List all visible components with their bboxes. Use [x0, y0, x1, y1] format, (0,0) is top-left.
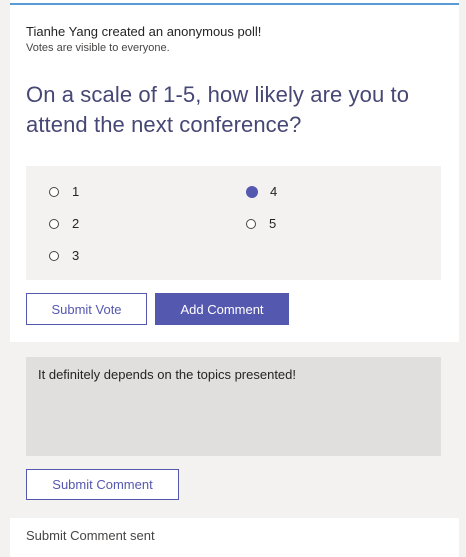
poll-question: On a scale of 1-5, how likely are you to… — [26, 82, 410, 137]
comment-textarea[interactable]: It definitely depends on the topics pres… — [26, 357, 441, 456]
poll-creator-line: Tianhe Yang created an anonymous poll! — [26, 24, 262, 39]
radio-unselected-icon[interactable] — [49, 186, 59, 197]
poll-option-2[interactable]: 2 — [49, 216, 79, 231]
poll-option-1[interactable]: 1 — [49, 184, 79, 199]
poll-option-label: 2 — [72, 216, 80, 231]
poll-options-panel: 1 2 3 4 5 — [26, 166, 441, 280]
poll-option-label: 4 — [270, 184, 278, 199]
radio-selected-icon[interactable] — [246, 185, 258, 198]
comment-section: It definitely depends on the topics pres… — [10, 342, 459, 518]
poll-option-5[interactable]: 5 — [246, 216, 276, 231]
status-message: Submit Comment sent — [26, 528, 155, 543]
submit-comment-button[interactable]: Submit Comment — [26, 469, 179, 500]
poll-visibility-note: Votes are visible to everyone. — [26, 42, 170, 54]
poll-option-label: 5 — [269, 216, 277, 231]
poll-option-label: 3 — [72, 248, 80, 263]
radio-unselected-icon[interactable] — [49, 250, 59, 261]
add-comment-button[interactable]: Add Comment — [155, 293, 289, 325]
poll-option-label: 1 — [72, 184, 80, 199]
poll-option-4[interactable]: 4 — [246, 184, 277, 199]
submit-vote-button[interactable]: Submit Vote — [26, 293, 147, 325]
radio-unselected-icon[interactable] — [246, 218, 256, 229]
card-accent-bar — [10, 3, 459, 5]
radio-unselected-icon[interactable] — [49, 218, 59, 229]
poll-card: Tianhe Yang created an anonymous poll! V… — [10, 0, 459, 557]
poll-option-3[interactable]: 3 — [49, 248, 79, 263]
